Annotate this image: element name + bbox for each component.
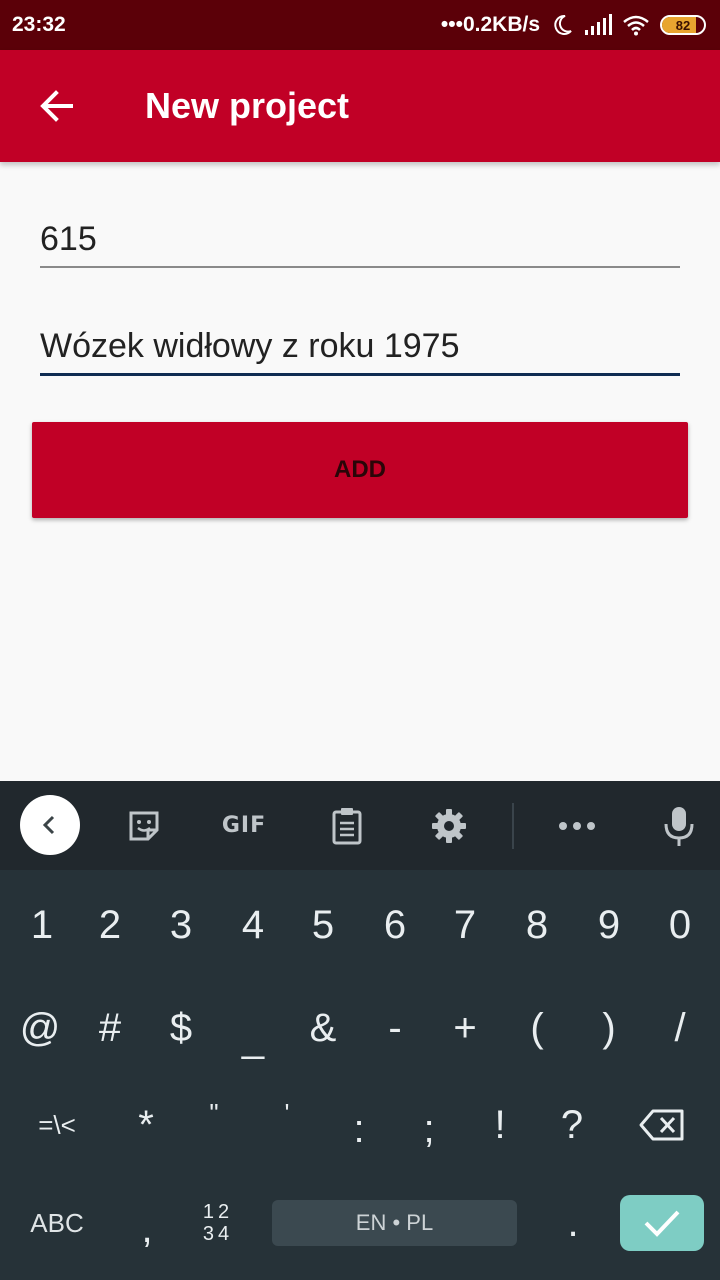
key-slash[interactable]: / [655,996,705,1060]
numpad-label-bottom: 34 [202,1223,234,1245]
more-button[interactable] [552,781,602,870]
key-asterisk[interactable]: * [121,1093,171,1157]
more-icon [559,821,595,830]
space-key[interactable]: EN • PL [272,1200,517,1246]
add-button[interactable]: ADD [32,422,688,518]
abc-key[interactable]: ABC [20,1191,94,1255]
clipboard-button[interactable] [322,781,372,870]
app-bar: New project [0,50,720,162]
page-title: New project [145,85,350,126]
key-plus[interactable]: + [440,996,490,1060]
sticker-icon [129,811,159,840]
key-5[interactable]: 5 [298,893,348,957]
toolbar-divider [512,803,514,849]
key-colon[interactable]: : [334,1097,384,1161]
signal-icon [584,14,612,36]
back-button[interactable] [0,50,112,162]
key-more-symbols[interactable]: =\< [22,1093,92,1157]
clipboard-icon [332,807,362,844]
project-name-field[interactable]: Wózek widłowy z roku 1975 [40,321,680,376]
microphone-icon [664,806,694,846]
key-6[interactable]: 6 [370,893,420,957]
status-right: •••0.2KB/s 82 [441,13,706,37]
key-2[interactable]: 2 [85,893,135,957]
key-4[interactable]: 4 [228,893,278,957]
settings-button[interactable] [426,781,472,870]
key-8[interactable]: 8 [512,893,562,957]
status-time: 23:32 [12,13,66,36]
network-speed: •••0.2KB/s [440,13,540,36]
key-semicolon[interactable]: ; [404,1097,454,1161]
key-minus[interactable]: - [370,996,420,1060]
key-3[interactable]: 3 [156,893,206,957]
key-underscore[interactable]: _ [228,1006,278,1070]
backspace-icon [639,1109,684,1141]
wifi-icon [622,14,650,36]
key-double-quote[interactable]: " [189,1081,239,1145]
key-9[interactable]: 9 [584,893,634,957]
key-question[interactable]: ? [547,1093,597,1157]
key-1[interactable]: 1 [17,893,67,957]
backspace-key[interactable] [632,1093,692,1157]
status-bar: 23:32 •••0.2KB/s 82 [0,0,720,50]
gear-icon [432,808,466,843]
gif-label: GIF [221,813,267,838]
enter-key[interactable] [620,1195,704,1251]
arrow-left-icon [40,90,73,122]
key-single-quote[interactable]: ' [262,1081,312,1145]
check-icon [644,1210,680,1237]
key-comma[interactable]: , [122,1197,172,1261]
key-at[interactable]: @ [15,996,65,1060]
keyboard: GIF 1 2 3 4 5 6 7 8 9 0 @ # $ _ & - + (… [0,781,720,1280]
voice-input-button[interactable] [656,781,702,870]
project-number-underline [40,266,680,268]
project-number-value: 615 [40,220,97,258]
key-hash[interactable]: # [85,996,135,1060]
moon-icon [550,13,574,37]
sticker-button[interactable] [118,781,170,870]
numpad-label-top: 12 [202,1201,234,1223]
key-period[interactable]: . [548,1191,598,1255]
project-number-field[interactable]: 615 [40,214,680,268]
key-0[interactable]: 0 [655,893,705,957]
battery-icon: 82 [660,15,706,35]
key-left-paren[interactable]: ( [512,996,562,1060]
key-exclamation[interactable]: ! [475,1093,525,1157]
project-name-value: Wózek widłowy z roku 1975 [40,327,460,365]
battery-level: 82 [675,17,691,33]
key-7[interactable]: 7 [440,893,490,957]
key-dollar[interactable]: $ [156,996,206,1060]
project-name-underline [40,373,680,376]
numpad-key[interactable]: 12 34 [188,1191,248,1255]
gif-button[interactable]: GIF [214,781,274,870]
key-right-paren[interactable]: ) [584,996,634,1060]
chevron-left-icon [42,815,55,835]
key-ampersand[interactable]: & [298,996,348,1060]
collapse-keyboard-button[interactable] [20,795,80,855]
keyboard-toolbar: GIF [0,781,720,870]
